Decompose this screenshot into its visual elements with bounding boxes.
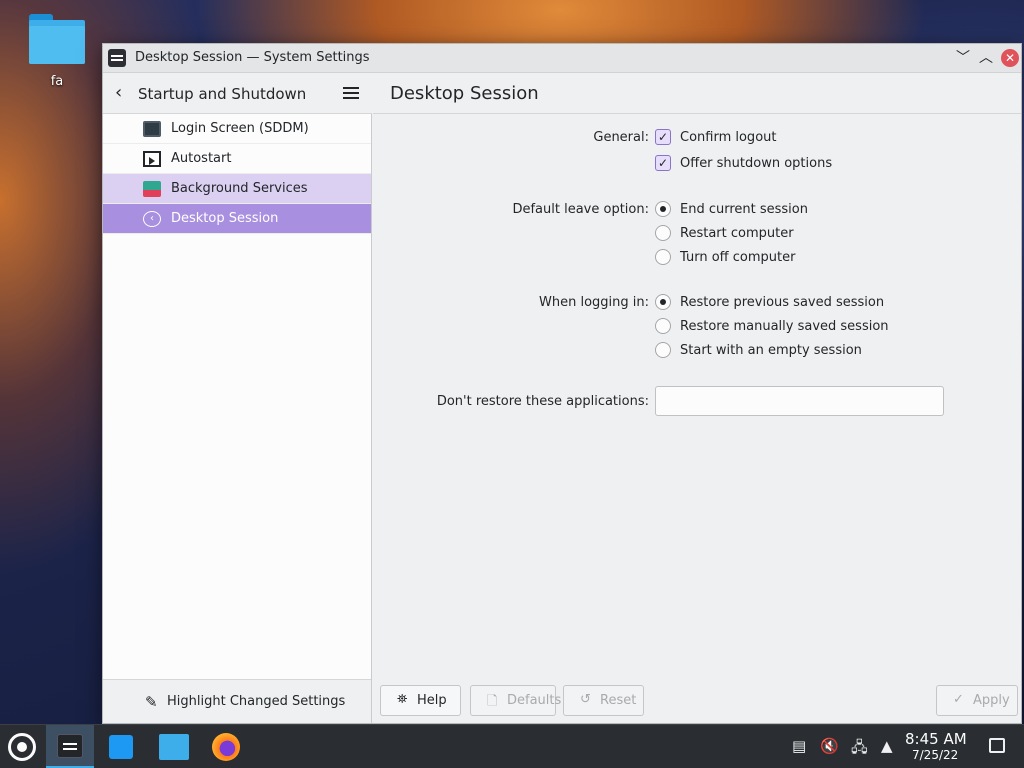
taskbar-system-settings[interactable] bbox=[46, 725, 94, 768]
window-title: Desktop Session — System Settings bbox=[135, 50, 370, 65]
taskbar-dolphin[interactable] bbox=[150, 725, 196, 768]
show-hidden-icons-arrow[interactable]: ▲ bbox=[881, 737, 893, 755]
hamburger-menu-icon[interactable] bbox=[343, 87, 359, 99]
folder-icon bbox=[27, 12, 87, 66]
offer-shutdown-checkbox[interactable]: ✓ Offer shutdown options bbox=[655, 155, 855, 173]
apply-button[interactable]: ✓ Apply bbox=[936, 685, 1018, 716]
option-label: Restore manually saved session bbox=[680, 319, 889, 334]
empty-session-radio[interactable]: Start with an empty session bbox=[655, 342, 895, 360]
default-leave-label: Default leave option: bbox=[512, 202, 649, 217]
taskbar-discover[interactable] bbox=[98, 725, 144, 768]
monitor-icon bbox=[143, 121, 161, 137]
volume-muted-icon[interactable]: 🔇 bbox=[820, 737, 839, 755]
option-label: End current session bbox=[680, 202, 808, 217]
undo-icon: ↺ bbox=[580, 692, 591, 707]
radio-selected-icon bbox=[655, 201, 671, 217]
session-icon: ‹ bbox=[143, 211, 161, 227]
dont-restore-label: Don't restore these applications: bbox=[436, 394, 649, 409]
pen-icon: ✎ bbox=[145, 693, 158, 711]
radio-unselected-icon bbox=[655, 318, 671, 334]
sidebar-item-autostart[interactable]: Autostart bbox=[103, 144, 371, 174]
file-manager-folder-icon bbox=[159, 734, 189, 760]
restart-computer-radio[interactable]: Restart computer bbox=[655, 225, 855, 243]
restore-previous-session-radio[interactable]: Restore previous saved session bbox=[655, 294, 895, 312]
option-label: Restart computer bbox=[680, 226, 794, 241]
defaults-button[interactable]: 🗋 Defaults bbox=[470, 685, 561, 716]
checkbox-checked-icon: ✓ bbox=[655, 129, 671, 145]
clock-date[interactable]: 7/25/22 bbox=[912, 748, 958, 762]
confirm-logout-checkbox[interactable]: ✓ Confirm logout bbox=[655, 129, 855, 147]
desktop-folder-fa[interactable]: fa bbox=[26, 12, 88, 89]
close-button[interactable]: ✕ bbox=[1001, 49, 1019, 67]
excluded-applications-input[interactable] bbox=[655, 386, 944, 416]
defaults-button-label: Defaults bbox=[507, 693, 562, 708]
minimize-button[interactable]: ﹀ bbox=[954, 49, 972, 67]
help-button-label: Help bbox=[417, 693, 447, 708]
radio-selected-icon bbox=[655, 294, 671, 310]
system-settings-app-icon bbox=[108, 49, 126, 67]
application-launcher-button[interactable] bbox=[0, 725, 46, 768]
desktop-icon-label: fa bbox=[50, 74, 64, 89]
highlight-changed-settings-button[interactable]: ✎ Highlight Changed Settings bbox=[103, 679, 371, 723]
radio-unselected-icon bbox=[655, 342, 671, 358]
taskbar: ▤ 🔇 🖧 ▲ 8:45 AM 7/25/22 bbox=[0, 724, 1024, 768]
help-lifebuoy-icon: ⛯ bbox=[397, 692, 408, 707]
checkmark-icon: ✓ bbox=[953, 692, 964, 707]
general-label: General: bbox=[593, 130, 649, 145]
discover-shopping-bag-icon bbox=[109, 735, 133, 759]
firefox-icon bbox=[212, 733, 240, 761]
sidebar-header: ‹ Startup and Shutdown bbox=[103, 73, 372, 114]
radio-unselected-icon bbox=[655, 249, 671, 265]
back-arrow-icon[interactable]: ‹ bbox=[115, 83, 122, 103]
sidebar-item-label: Login Screen (SDDM) bbox=[171, 121, 309, 136]
main-header: Desktop Session bbox=[373, 73, 1021, 114]
clipboard-icon[interactable]: ▤ bbox=[792, 737, 806, 755]
page-title: Desktop Session bbox=[390, 83, 539, 104]
sidebar-item-login-screen[interactable]: Login Screen (SDDM) bbox=[103, 114, 371, 144]
sidebar-item-background-services[interactable]: Background Services bbox=[103, 174, 371, 204]
background-services-icon bbox=[143, 181, 161, 197]
end-session-radio[interactable]: End current session bbox=[655, 201, 855, 219]
option-label: Start with an empty session bbox=[680, 343, 862, 358]
when-logging-in-label: When logging in: bbox=[539, 295, 649, 310]
network-icon[interactable]: 🖧 bbox=[851, 737, 868, 762]
apply-button-label: Apply bbox=[973, 693, 1010, 708]
option-label: Turn off computer bbox=[680, 250, 796, 265]
restore-manual-session-radio[interactable]: Restore manually saved session bbox=[655, 318, 895, 336]
checkbox-checked-icon: ✓ bbox=[655, 155, 671, 171]
option-label: Offer shutdown options bbox=[680, 156, 833, 171]
taskbar-firefox[interactable] bbox=[202, 725, 248, 768]
clock-time[interactable]: 8:45 AM bbox=[905, 730, 967, 748]
sidebar-heading: Startup and Shutdown bbox=[138, 85, 307, 103]
highlight-changed-label: Highlight Changed Settings bbox=[167, 694, 346, 709]
sidebar-item-desktop-session[interactable]: ‹ Desktop Session bbox=[103, 204, 371, 234]
maximize-button[interactable]: ︿ bbox=[977, 49, 995, 67]
autostart-icon bbox=[143, 151, 161, 167]
sidebar-item-label: Background Services bbox=[171, 181, 308, 196]
document-icon: 🗋 bbox=[487, 694, 498, 709]
system-settings-window: Desktop Session — System Settings ﹀ ︿ ✕ … bbox=[102, 43, 1022, 724]
sidebar-item-label: Desktop Session bbox=[171, 211, 279, 226]
radio-unselected-icon bbox=[655, 225, 671, 241]
window-titlebar[interactable]: Desktop Session — System Settings ﹀ ︿ ✕ bbox=[103, 44, 1021, 73]
launcher-gear-icon bbox=[8, 733, 36, 761]
sidebar: ‹ Startup and Shutdown Login Screen (SDD… bbox=[103, 73, 372, 723]
system-settings-icon bbox=[57, 734, 83, 758]
option-label: Restore previous saved session bbox=[680, 295, 885, 310]
help-button[interactable]: ⛯ Help bbox=[380, 685, 461, 716]
turn-off-computer-radio[interactable]: Turn off computer bbox=[655, 249, 855, 267]
reset-button[interactable]: ↺ Reset bbox=[563, 685, 644, 716]
sidebar-item-label: Autostart bbox=[171, 151, 232, 166]
reset-button-label: Reset bbox=[600, 693, 637, 708]
option-label: Confirm logout bbox=[680, 130, 777, 145]
show-desktop-icon[interactable] bbox=[989, 738, 1005, 753]
